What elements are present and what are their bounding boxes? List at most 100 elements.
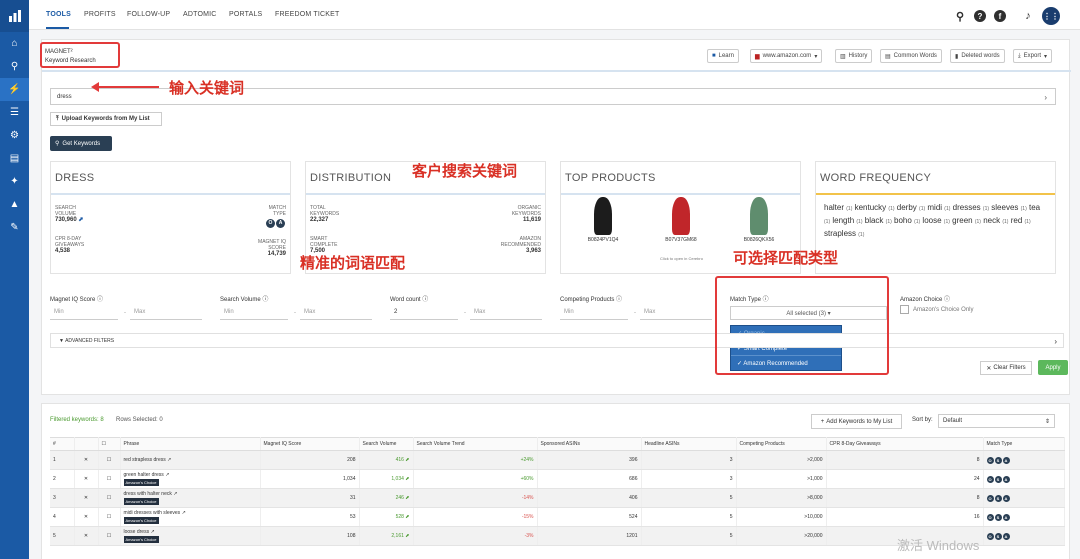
- phrase-cell[interactable]: dress with halter neck ↗ Amazon's Choice: [120, 488, 261, 508]
- word-frequency-item[interactable]: black (1): [865, 216, 894, 225]
- chart-icon[interactable]: ▤: [0, 147, 29, 170]
- word-frequency-item[interactable]: derby (1): [897, 203, 928, 212]
- nav-tools[interactable]: TOOLS: [46, 11, 71, 18]
- export-button[interactable]: ⤓ Export ▾: [1013, 49, 1053, 63]
- nav-profits[interactable]: PROFITS: [84, 11, 116, 18]
- phrase-cell[interactable]: green halter dress ↗ Amazon's Choice: [120, 469, 261, 489]
- col-header-index[interactable]: #: [50, 437, 75, 451]
- word-frequency-item[interactable]: green (1): [952, 216, 983, 225]
- phrase-text[interactable]: dress with halter neck: [124, 491, 172, 497]
- external-link-icon[interactable]: ↗: [167, 457, 171, 463]
- trend-chart-icon[interactable]: ⬈: [405, 533, 409, 539]
- col-header-competing[interactable]: Competing Products: [736, 437, 827, 451]
- iq-min-input[interactable]: Min: [50, 306, 118, 320]
- bell-icon[interactable]: ♪: [1022, 10, 1034, 22]
- word-frequency-item[interactable]: kentucky (1): [855, 203, 897, 212]
- green-dress-image[interactable]: [750, 197, 768, 235]
- product-card[interactable]: B0824PV1Q4: [573, 197, 633, 243]
- table-row[interactable]: 3 ✕ ☐ dress with halter neck ↗ Amazon's Choi…: [50, 488, 1065, 508]
- sv-min-input[interactable]: Min: [220, 306, 288, 320]
- home-icon[interactable]: ⌂: [0, 32, 29, 55]
- row-checkbox[interactable]: ☐: [98, 526, 121, 546]
- table-row[interactable]: 4 ✕ ☐ midi dresses with sleeves ↗ Amazon's C…: [50, 507, 1065, 527]
- binoculars-icon[interactable]: ⚲: [0, 55, 29, 78]
- word-frequency-item[interactable]: midi (1): [927, 203, 952, 212]
- delete-row-icon[interactable]: ✕: [74, 507, 99, 527]
- graduation-icon[interactable]: ▲: [0, 193, 29, 216]
- word-frequency-item[interactable]: length (1): [832, 216, 864, 225]
- facebook-icon[interactable]: f: [994, 10, 1006, 22]
- col-header-trend[interactable]: Search Volume Trend: [413, 437, 538, 451]
- word-frequency-item[interactable]: strapless (1): [824, 229, 864, 238]
- iq-max-input[interactable]: Max: [130, 306, 202, 320]
- word-frequency-item[interactable]: sleeves (1): [991, 203, 1029, 212]
- help-circle-icon[interactable]: ⓘ: [616, 297, 622, 303]
- marketplace-select[interactable]: ▆ www.amazon.com ▾: [750, 49, 823, 63]
- apps-grid-icon[interactable]: ⋮⋮: [1042, 7, 1060, 25]
- deleted-words-button[interactable]: ▮ Deleted words: [950, 49, 1005, 63]
- phrase-cell[interactable]: midi dresses with sleeves ↗ Amazon's Choi…: [120, 507, 261, 527]
- external-link-icon[interactable]: ↗: [150, 529, 154, 535]
- nav-follow-up[interactable]: FOLLOW-UP: [127, 11, 170, 18]
- tools-icon[interactable]: ✦: [0, 170, 29, 193]
- common-words-button[interactable]: ▤ Common Words: [880, 49, 942, 63]
- phrase-cell[interactable]: red strapless dress ↗: [120, 450, 261, 470]
- external-link-icon[interactable]: ↗: [182, 510, 186, 516]
- gear-tools-icon[interactable]: ⚙: [0, 124, 29, 147]
- help-circle-icon[interactable]: ⓘ: [944, 297, 950, 303]
- table-row[interactable]: 2 ✕ ☐ green halter dress ↗ Amazon's Choice 1,…: [50, 469, 1065, 489]
- nav-freedom-ticket[interactable]: FREEDOM TICKET: [275, 11, 340, 18]
- list-icon[interactable]: ☰: [0, 101, 29, 124]
- cp-min-input[interactable]: Min: [560, 306, 628, 320]
- add-to-list-button[interactable]: + Add Keywords to My List: [811, 414, 902, 429]
- phrase-text[interactable]: loose dress: [124, 529, 150, 535]
- magnet-tool-icon[interactable]: ⚡: [0, 78, 29, 101]
- delete-row-icon[interactable]: ✕: [74, 469, 99, 489]
- word-frequency-item[interactable]: neck (1): [983, 216, 1011, 225]
- col-header-match-type[interactable]: Match Type: [983, 437, 1065, 451]
- select-all-checkbox[interactable]: ☐: [102, 441, 106, 447]
- col-header-select[interactable]: ☐: [98, 437, 121, 451]
- word-frequency-item[interactable]: loose (1): [922, 216, 952, 225]
- help-circle-icon[interactable]: ⓘ: [422, 297, 428, 303]
- col-header-sv[interactable]: Search Volume: [359, 437, 414, 451]
- upload-keywords-button[interactable]: ⤒ Upload Keywords from My List: [50, 112, 162, 126]
- word-frequency-item[interactable]: red (1): [1011, 216, 1031, 225]
- phrase-text[interactable]: green halter dress: [124, 472, 164, 478]
- black-dress-image[interactable]: [594, 197, 612, 235]
- delete-row-icon[interactable]: ✕: [74, 450, 99, 470]
- col-header-headline[interactable]: Headline ASINs: [641, 437, 737, 451]
- row-checkbox[interactable]: ☐: [98, 469, 121, 489]
- help-circle-icon[interactable]: ⓘ: [262, 297, 268, 303]
- app-grid-icon[interactable]: [0, 0, 29, 32]
- wc-min-input[interactable]: 2: [390, 306, 458, 320]
- chevron-right-icon[interactable]: ›: [1044, 93, 1047, 102]
- trend-chart-icon[interactable]: ⬈: [405, 457, 409, 463]
- help-circle-icon[interactable]: ⓘ: [97, 297, 103, 303]
- phrase-text[interactable]: red strapless dress: [124, 457, 166, 463]
- trend-chart-icon[interactable]: ⬈: [405, 514, 409, 520]
- row-checkbox[interactable]: ☐: [98, 507, 121, 527]
- delete-row-icon[interactable]: ✕: [74, 526, 99, 546]
- external-link-icon[interactable]: ↗: [165, 472, 169, 478]
- trend-chart-icon[interactable]: ⬈: [405, 476, 409, 482]
- col-header-sponsored[interactable]: Sponsored ASINs: [537, 437, 642, 451]
- col-header-iq[interactable]: Magnet IQ Score: [260, 437, 360, 451]
- red-dress-image[interactable]: [672, 197, 690, 235]
- word-frequency-item[interactable]: halter (1): [824, 203, 855, 212]
- delete-row-icon[interactable]: ✕: [74, 488, 99, 508]
- help-icon[interactable]: ?: [974, 10, 986, 22]
- sort-select[interactable]: Default ⇕: [938, 414, 1055, 428]
- apply-button[interactable]: Apply: [1038, 360, 1068, 375]
- word-frequency-item[interactable]: boho (1): [894, 216, 922, 225]
- sv-max-input[interactable]: Max: [300, 306, 372, 320]
- nav-portals[interactable]: PORTALS: [229, 11, 262, 18]
- row-checkbox[interactable]: ☐: [98, 488, 121, 508]
- get-keywords-button[interactable]: ⚲ Get Keywords: [50, 136, 112, 151]
- pin-icon[interactable]: ✎: [0, 216, 29, 239]
- wc-max-input[interactable]: Max: [470, 306, 542, 320]
- trend-chart-icon[interactable]: ⬈: [405, 495, 409, 501]
- history-button[interactable]: ▥ History: [835, 49, 873, 63]
- col-header-cpr[interactable]: CPR 8-Day Giveaways: [826, 437, 984, 451]
- cp-max-input[interactable]: Max: [640, 306, 712, 320]
